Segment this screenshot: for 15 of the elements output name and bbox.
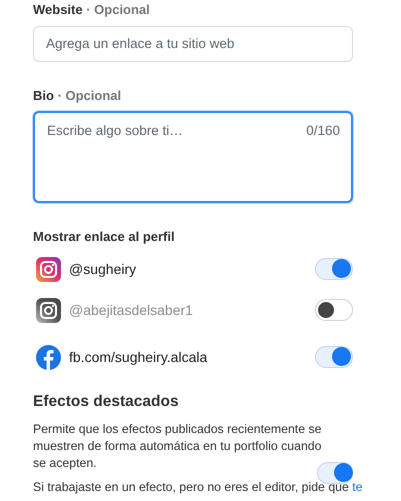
description-text: Permite que los efectos publicados recientemente se muestren de forma automática en tu portfolio cuando se acepten.: [33, 420, 322, 472]
camera-icon: [36, 256, 61, 282]
toggle-switch[interactable]: [315, 346, 353, 368]
character-counter: 0/160: [306, 122, 340, 140]
toggle-switch[interactable]: [315, 258, 353, 280]
field-label: Website · Opcional: [33, 1, 151, 19]
field-label: Bio · Opcional: [33, 86, 122, 105]
toggle-switch[interactable]: [315, 299, 353, 321]
section-heading: Efectos destacados: [33, 392, 180, 412]
website-field[interactable]: Agrega un enlace a tu sitio web: [33, 26, 353, 62]
toggle-switch[interactable]: [317, 462, 353, 484]
facebook-icon: [36, 344, 61, 370]
section-title: Mostrar enlace al perfil: [33, 228, 176, 246]
link[interactable]: te: [352, 480, 363, 494]
camera-icon: [36, 298, 61, 322]
